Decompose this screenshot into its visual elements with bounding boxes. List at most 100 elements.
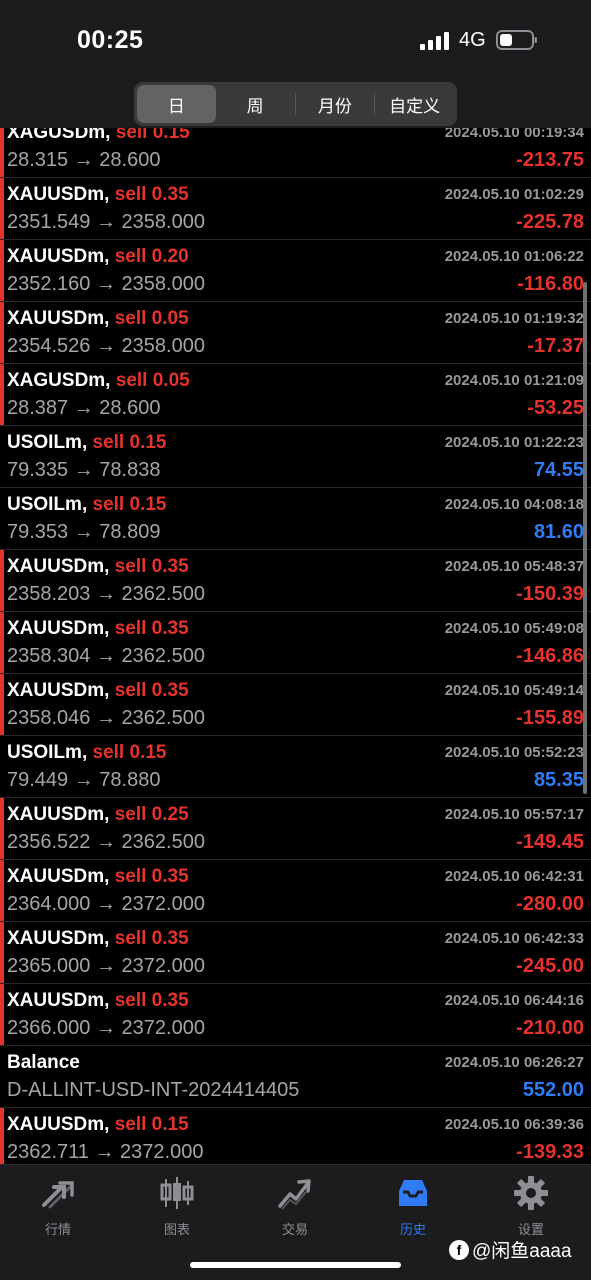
trade-side-volume: sell 0.15 bbox=[92, 494, 167, 515]
trade-profit: -53.25 bbox=[527, 397, 584, 419]
tab-trade[interactable]: 交易 bbox=[250, 1175, 340, 1245]
trade-symbol: XAUUSDm, sell 0.15 bbox=[7, 1114, 189, 1136]
trade-row[interactable]: XAGUSDm, sell 0.05 28.387 → 28.600 2024.05… bbox=[0, 364, 591, 426]
trade-row[interactable]: XAUUSDm, sell 0.20 2352.160 → 2358.000 202… bbox=[0, 240, 591, 302]
trade-time: 2024.05.10 01:21:09 bbox=[444, 372, 584, 389]
trade-row[interactable]: XAUUSDm, sell 0.35 2364.000 → 2372.000 202… bbox=[0, 860, 591, 922]
segment-custom[interactable]: 自定义 bbox=[375, 85, 454, 123]
battery-icon bbox=[496, 30, 537, 50]
trade-row[interactable]: XAGUSDm, sell 0.15 28.315 → 28.600 2024.05… bbox=[0, 128, 591, 178]
trade-profit: -116.80 bbox=[517, 273, 584, 295]
trade-symbol: XAUUSDm, sell 0.35 bbox=[7, 928, 189, 950]
trade-prices: 2362.711 → 2372.000 bbox=[7, 1141, 204, 1163]
trade-prices: 79.335 → 78.838 bbox=[7, 459, 161, 481]
symbol-name: Balance bbox=[7, 1052, 80, 1073]
trade-side-volume: sell 0.35 bbox=[114, 990, 189, 1011]
trade-side-volume: sell 0.15 bbox=[92, 432, 167, 453]
trade-row[interactable]: XAUUSDm, sell 0.25 2356.522 → 2362.500 202… bbox=[0, 798, 591, 860]
trade-prices: 2358.046 → 2362.500 bbox=[7, 707, 205, 729]
tab-settings[interactable]: 设置 bbox=[486, 1175, 576, 1245]
trade-symbol: USOILm, sell 0.15 bbox=[7, 432, 166, 454]
trade-time: 2024.05.10 06:42:33 bbox=[444, 930, 584, 947]
trade-profit: -139.33 bbox=[516, 1141, 584, 1163]
trade-time: 2024.05.10 01:22:23 bbox=[444, 434, 584, 451]
trade-prices: 2364.000 → 2372.000 bbox=[7, 893, 205, 915]
trade-side-volume: sell 0.35 bbox=[114, 866, 189, 887]
tab-quotes[interactable]: 行情 bbox=[13, 1175, 103, 1245]
trade-time: 2024.05.10 01:19:32 bbox=[444, 310, 584, 327]
trade-symbol: XAUUSDm, sell 0.35 bbox=[7, 184, 189, 206]
trade-prices: 79.353 → 78.809 bbox=[7, 521, 161, 543]
trade-symbol: USOILm, sell 0.15 bbox=[7, 494, 166, 516]
trade-side-volume: sell 0.35 bbox=[114, 680, 189, 701]
trade-row[interactable]: XAUUSDm, sell 0.35 2358.203 → 2362.500 202… bbox=[0, 550, 591, 612]
status-time: 00:25 bbox=[77, 26, 144, 54]
tab-trade-label: 交易 bbox=[281, 1222, 308, 1237]
tab-history[interactable]: 历史 bbox=[368, 1175, 458, 1245]
symbol-name: USOILm, bbox=[7, 432, 88, 453]
trade-row[interactable]: XAUUSDm, sell 0.05 2354.526 → 2358.000 202… bbox=[0, 302, 591, 364]
quotes-arrow-icon bbox=[42, 1181, 74, 1209]
trade-profit: -149.45 bbox=[516, 831, 584, 853]
trade-profit: 552.00 bbox=[522, 1079, 584, 1101]
symbol-name: XAUUSDm, bbox=[7, 804, 110, 825]
trade-symbol: XAUUSDm, sell 0.25 bbox=[7, 804, 189, 826]
trade-side-volume: sell 0.35 bbox=[114, 928, 189, 949]
trade-profit: -146.86 bbox=[516, 645, 584, 667]
trade-prices: 2351.549 → 2358.000 bbox=[7, 211, 205, 233]
trade-time: 2024.05.10 06:39:36 bbox=[444, 1116, 584, 1133]
trade-row[interactable]: USOILm, sell 0.15 79.335 → 78.838 2024.05.… bbox=[0, 426, 591, 488]
trade-profit: -280.00 bbox=[516, 893, 584, 915]
trade-profit: 74.55 bbox=[533, 459, 584, 481]
balance-row[interactable]: Balance D-ALLINT-USD-INT-2024414405 2024.0… bbox=[0, 1046, 591, 1108]
trade-side-volume: sell 0.15 bbox=[115, 128, 190, 143]
candlestick-chart-icon bbox=[160, 1177, 194, 1209]
balance-comment: D-ALLINT-USD-INT-2024414405 bbox=[7, 1079, 300, 1101]
trade-side-volume: sell 0.20 bbox=[114, 246, 189, 267]
trade-symbol: XAGUSDm, sell 0.15 bbox=[7, 128, 190, 144]
trade-row[interactable]: XAUUSDm, sell 0.15 2362.711 → 2372.000 202… bbox=[0, 1108, 591, 1164]
tab-chart[interactable]: 图表 bbox=[132, 1175, 222, 1245]
symbol-name: XAUUSDm, bbox=[7, 556, 110, 577]
symbol-name: XAUUSDm, bbox=[7, 866, 110, 887]
history-list[interactable]: XAGUSDm, sell 0.15 28.315 → 28.600 2024.05… bbox=[0, 128, 591, 1164]
trade-row[interactable]: XAUUSDm, sell 0.35 2365.000 → 2372.000 202… bbox=[0, 922, 591, 984]
segment-day[interactable]: 日 bbox=[137, 85, 216, 123]
trade-row[interactable]: XAUUSDm, sell 0.35 2358.046 → 2362.500 202… bbox=[0, 674, 591, 736]
trade-prices: 2365.000 → 2372.000 bbox=[7, 955, 205, 977]
symbol-name: XAUUSDm, bbox=[7, 1114, 110, 1135]
symbol-name: USOILm, bbox=[7, 494, 88, 515]
trade-time: 2024.05.10 05:49:08 bbox=[444, 620, 584, 637]
trade-symbol: XAUUSDm, sell 0.35 bbox=[7, 556, 189, 578]
trade-side-volume: sell 0.15 bbox=[114, 1114, 189, 1135]
trade-symbol: USOILm, sell 0.15 bbox=[7, 742, 166, 764]
trade-side-volume: sell 0.35 bbox=[114, 618, 189, 639]
symbol-name: XAUUSDm, bbox=[7, 246, 110, 267]
trade-time: 2024.05.10 00:19:34 bbox=[444, 128, 584, 141]
network-type: 4G bbox=[459, 29, 486, 51]
trade-row[interactable]: USOILm, sell 0.15 79.353 → 78.809 2024.05.… bbox=[0, 488, 591, 550]
watermark: f @闲鱼aaaa bbox=[449, 1236, 572, 1263]
trade-row[interactable]: XAUUSDm, sell 0.35 2351.549 → 2358.000 202… bbox=[0, 178, 591, 240]
trade-row[interactable]: XAUUSDm, sell 0.35 2366.000 → 2372.000 202… bbox=[0, 984, 591, 1046]
segment-week[interactable]: 周 bbox=[216, 85, 295, 123]
trade-symbol: Balance bbox=[7, 1052, 80, 1074]
trade-row[interactable]: USOILm, sell 0.15 79.449 → 78.880 2024.05.… bbox=[0, 736, 591, 798]
trade-prices: 2352.160 → 2358.000 bbox=[7, 273, 205, 295]
trade-side-volume: sell 0.35 bbox=[114, 556, 189, 577]
trade-prices: 2366.000 → 2372.000 bbox=[7, 1017, 205, 1039]
trade-side-volume: sell 0.15 bbox=[92, 742, 167, 763]
home-indicator[interactable] bbox=[190, 1262, 401, 1268]
trade-symbol: XAUUSDm, sell 0.35 bbox=[7, 680, 189, 702]
trade-row[interactable]: XAUUSDm, sell 0.35 2358.304 → 2362.500 202… bbox=[0, 612, 591, 674]
segment-month[interactable]: 月份 bbox=[296, 85, 375, 123]
trade-side-volume: sell 0.25 bbox=[114, 804, 189, 825]
trade-profit: -245.00 bbox=[516, 955, 584, 977]
cellular-signal-icon bbox=[420, 32, 449, 50]
gear-icon bbox=[514, 1176, 548, 1210]
symbol-name: XAUUSDm, bbox=[7, 618, 110, 639]
trade-time: 2024.05.10 04:08:18 bbox=[444, 496, 584, 513]
trade-symbol: XAUUSDm, sell 0.35 bbox=[7, 990, 189, 1012]
tab-quotes-label: 行情 bbox=[44, 1222, 71, 1237]
scrollbar[interactable] bbox=[583, 282, 587, 794]
